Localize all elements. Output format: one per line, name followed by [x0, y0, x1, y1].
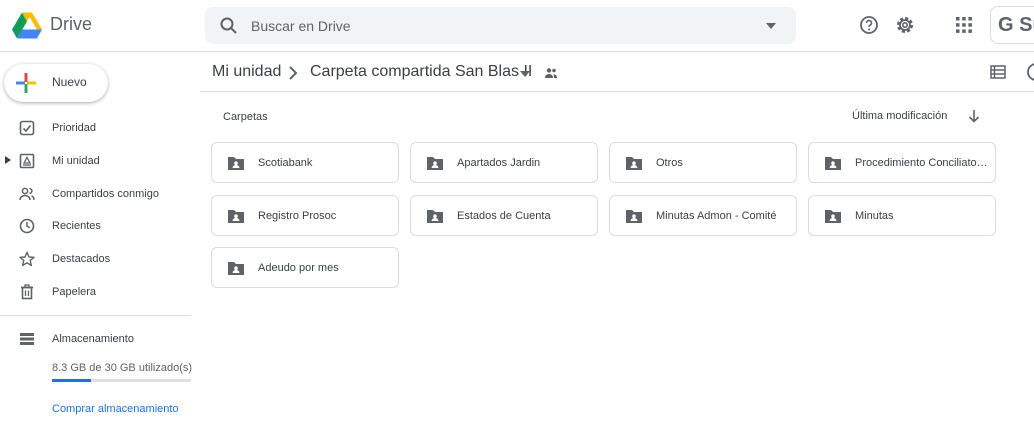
app-title: Drive: [50, 14, 93, 34]
sidebar-item-recent[interactable]: Recientes: [0, 212, 200, 240]
help-icon[interactable]: [859, 15, 879, 35]
folder-card[interactable]: Minutas Admon - Comité: [609, 195, 797, 236]
folder-name: Scotiabank: [258, 157, 313, 169]
gear-icon[interactable]: [895, 15, 915, 35]
list-view-icon[interactable]: [990, 64, 1006, 80]
shared-folder-icon: [228, 262, 244, 275]
folder-name: Minutas: [855, 210, 894, 222]
search-options-dropdown-icon[interactable]: [766, 21, 776, 31]
folder-name: Otros: [656, 157, 683, 169]
storage-progress-bar: [52, 379, 191, 382]
folder-name: Procedimiento Conciliato…: [855, 157, 988, 169]
sidebar-divider: [0, 315, 191, 316]
breadcrumb-current-folder[interactable]: Carpeta compartida San Blas II: [310, 63, 532, 81]
folder-card[interactable]: Scotiabank: [211, 142, 399, 183]
storage-usage-text: 8.3 GB de 30 GB utilizado(s): [52, 362, 193, 374]
search-icon[interactable]: [219, 16, 239, 36]
shared-with-me-icon: [19, 187, 35, 201]
shared-folder-people-icon: [545, 68, 557, 78]
account-switcher[interactable]: G Su: [990, 6, 1034, 44]
folders-section-title: Carpetas: [223, 111, 268, 123]
folder-card[interactable]: Registro Prosoc: [211, 195, 399, 236]
sidebar-item-storage[interactable]: Almacenamiento: [0, 325, 200, 353]
folder-card[interactable]: Apartados Jardin: [410, 142, 598, 183]
account-label: G Su: [998, 14, 1034, 36]
shared-folder-icon: [825, 210, 841, 223]
shared-folder-icon: [427, 210, 443, 223]
breadcrumb-root[interactable]: Mi unidad: [212, 63, 281, 81]
new-button-label: Nuevo: [52, 75, 87, 89]
sidebar-item-label: Compartidos conmigo: [52, 188, 159, 200]
new-button[interactable]: Nuevo: [4, 64, 108, 102]
storage-progress-fill: [52, 379, 91, 382]
folder-name: Apartados Jardin: [457, 157, 541, 169]
folder-name: Estados de Cuenta: [457, 210, 551, 222]
folder-card[interactable]: Procedimiento Conciliato…: [808, 142, 996, 183]
apps-grid-icon[interactable]: [955, 16, 973, 34]
priority-icon: [19, 120, 35, 136]
trash-icon: [21, 284, 33, 300]
sidebar-item-starred[interactable]: Destacados: [0, 245, 200, 273]
shared-folder-icon: [626, 210, 642, 223]
header-divider: [200, 91, 1034, 92]
folder-card[interactable]: Estados de Cuenta: [410, 195, 598, 236]
folder-card[interactable]: Otros: [609, 142, 797, 183]
expand-caret-icon[interactable]: [5, 156, 11, 164]
my-drive-icon: [19, 153, 35, 169]
storage-icon: [20, 333, 34, 345]
sidebar-item-label: Destacados: [52, 253, 111, 265]
top-bar: Drive G Su: [0, 0, 1034, 52]
star-icon: [19, 251, 35, 267]
sidebar-item-label: Papelera: [52, 286, 97, 298]
sidebar-item-label: Prioridad: [52, 122, 97, 134]
folder-name: Minutas Admon - Comité: [656, 210, 777, 222]
sidebar-item-trash[interactable]: Papelera: [0, 278, 200, 306]
clock-icon: [19, 218, 35, 234]
sidebar-item-my-drive[interactable]: Mi unidad: [0, 147, 200, 175]
info-icon[interactable]: [1026, 62, 1034, 82]
shared-folder-icon: [825, 157, 841, 170]
shared-folder-icon: [228, 157, 244, 170]
sidebar-item-shared-with-me[interactable]: Compartidos conmigo: [0, 180, 200, 208]
folder-name: Adeudo por mes: [258, 262, 339, 274]
search-bar[interactable]: [205, 7, 796, 44]
sidebar-item-label: Mi unidad: [52, 155, 100, 167]
shared-folder-icon: [427, 157, 443, 170]
search-input[interactable]: [251, 15, 731, 37]
plus-icon: [16, 73, 36, 93]
sidebar-item-priority[interactable]: Prioridad: [0, 114, 200, 142]
folder-card[interactable]: Adeudo por mes: [211, 247, 399, 288]
sidebar-item-label: Recientes: [52, 220, 101, 232]
arrow-down-icon[interactable]: [967, 108, 981, 124]
folder-menu-dropdown-icon[interactable]: [520, 70, 530, 78]
sort-label[interactable]: Última modificación: [852, 110, 947, 122]
buy-storage-link[interactable]: Comprar almacenamiento: [52, 403, 179, 415]
folder-name: Registro Prosoc: [258, 210, 337, 222]
folder-card[interactable]: Minutas: [808, 195, 996, 236]
drive-logo-icon[interactable]: [12, 11, 42, 39]
sidebar-item-label: Almacenamiento: [52, 333, 134, 345]
shared-folder-icon: [228, 210, 244, 223]
shared-folder-icon: [626, 157, 642, 170]
chevron-right-icon: [289, 66, 298, 80]
